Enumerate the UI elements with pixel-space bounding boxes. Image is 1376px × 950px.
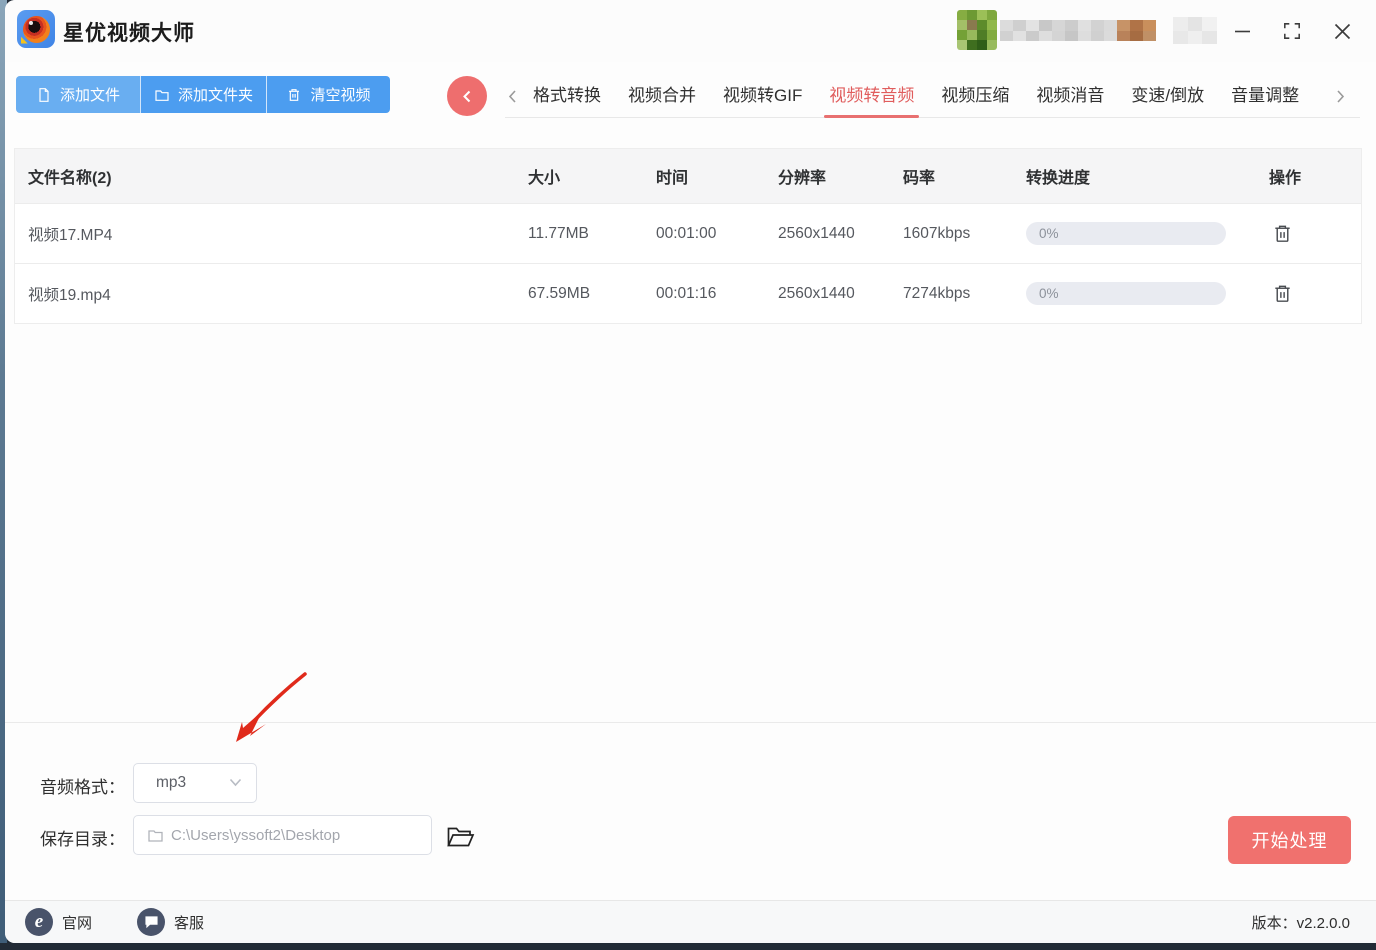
- add-file-button[interactable]: 添加文件: [16, 76, 140, 113]
- audio-format-label: 音频格式：: [40, 778, 125, 797]
- official-website-link[interactable]: e 官网: [25, 908, 92, 936]
- censored-account-text: [1000, 20, 1156, 41]
- tabs-scroll-left-button[interactable]: [503, 84, 521, 108]
- trash-icon: [289, 88, 300, 101]
- app-logo-icon: [17, 10, 55, 48]
- folder-icon: [155, 89, 169, 101]
- chevron-right-icon: [1336, 89, 1344, 103]
- audio-format-value: mp3: [156, 774, 187, 791]
- tab-video-merge[interactable]: 视频合并: [628, 78, 696, 118]
- close-button[interactable]: [1324, 13, 1360, 49]
- file-table: 文件名称(2) 大小 时间 分辨率 码率 转换进度 操作 视频17.MP4 11…: [14, 148, 1362, 324]
- progress-value: 0%: [1039, 226, 1059, 241]
- censored-avatar: [957, 10, 997, 50]
- col-header-actions: 操作: [1269, 170, 1302, 187]
- tab-video-to-gif[interactable]: 视频转GIF: [723, 78, 802, 118]
- col-header-progress: 转换进度: [1026, 170, 1091, 187]
- delete-row-button[interactable]: [1267, 279, 1297, 309]
- folder-icon: [148, 829, 163, 842]
- tab-volume-adjust[interactable]: 音量调整: [1231, 78, 1299, 118]
- add-folder-label: 添加文件夹: [177, 87, 253, 104]
- delete-row-button[interactable]: [1267, 219, 1297, 249]
- progress-value: 0%: [1039, 286, 1059, 301]
- support-label: 客服: [174, 914, 205, 932]
- maximize-button[interactable]: [1274, 13, 1310, 49]
- table-header-row: 文件名称(2) 大小 时间 分辨率 码率 转换进度 操作: [15, 149, 1361, 203]
- tab-video-mute[interactable]: 视频消音: [1036, 78, 1104, 118]
- annotation-arrow: [236, 672, 307, 742]
- browse-folder-button[interactable]: [443, 819, 477, 853]
- settings-panel-divider: [5, 722, 1376, 723]
- clear-videos-button[interactable]: 清空视频: [266, 76, 390, 113]
- app-title: 星优视频大师: [63, 22, 195, 45]
- col-header-resolution: 分辨率: [778, 170, 827, 187]
- progress-bar: 0%: [1026, 222, 1226, 245]
- file-resolution: 2560x1440: [778, 224, 855, 242]
- censored-extra-block: [1173, 17, 1217, 44]
- file-size: 11.77MB: [528, 224, 589, 242]
- file-icon: [39, 87, 49, 102]
- website-e-icon: e: [25, 908, 53, 936]
- chat-bubble-icon: [137, 908, 166, 936]
- feature-tabs: 格式转换 视频合并 视频转GIF 视频转音频 视频压缩 视频消音 变速/倒放 音…: [533, 78, 1299, 118]
- maximize-icon: [1284, 23, 1300, 39]
- file-duration: 00:01:16: [656, 284, 717, 302]
- version-text: 版本：v2.2.0.0: [1251, 914, 1350, 932]
- col-header-filename: 文件名称(2): [28, 170, 112, 187]
- file-duration: 00:01:00: [656, 224, 717, 242]
- collapse-tabs-button[interactable]: [447, 76, 487, 116]
- app-window: 星优视频大师 添加文件 添加文件夹 清空视频 格式转换 视频合并 视频转GIF …: [5, 0, 1376, 943]
- clear-videos-label: 清空视频: [310, 87, 371, 104]
- tab-video-compress[interactable]: 视频压缩: [941, 78, 1009, 118]
- audio-format-select[interactable]: mp3: [133, 763, 257, 803]
- chevron-down-icon: [229, 774, 242, 792]
- progress-bar: 0%: [1026, 282, 1226, 305]
- minimize-button[interactable]: [1224, 13, 1260, 49]
- minimize-icon: [1234, 30, 1250, 32]
- close-icon: [1334, 23, 1350, 39]
- file-size: 67.59MB: [528, 284, 591, 302]
- tab-speed-reverse[interactable]: 变速/倒放: [1131, 78, 1204, 118]
- open-folder-icon: [446, 827, 474, 846]
- trash-icon: [1274, 225, 1290, 242]
- tab-video-to-audio[interactable]: 视频转音频: [824, 78, 920, 118]
- start-processing-button[interactable]: 开始处理: [1228, 816, 1351, 864]
- table-row: 视频19.mp4 67.59MB 00:01:16 2560x1440 7274…: [15, 263, 1361, 323]
- trash-icon: [1274, 285, 1290, 302]
- customer-support-link[interactable]: 客服: [137, 908, 204, 936]
- file-name: 视频17.MP4: [28, 226, 113, 244]
- website-label: 官网: [62, 914, 93, 932]
- file-name: 视频19.mp4: [28, 286, 111, 304]
- save-dir-input[interactable]: C:\Users\yssoft2\Desktop: [133, 815, 432, 855]
- table-row: 视频17.MP4 11.77MB 00:01:00 2560x1440 1607…: [15, 203, 1361, 263]
- tab-format-convert[interactable]: 格式转换: [533, 78, 601, 118]
- col-header-duration: 时间: [656, 170, 689, 187]
- save-dir-value: C:\Users\yssoft2\Desktop: [171, 826, 341, 844]
- add-file-label: 添加文件: [59, 87, 120, 104]
- tabs-scroll-right-button[interactable]: [1331, 84, 1349, 108]
- col-header-bitrate: 码率: [903, 170, 936, 187]
- col-header-size: 大小: [528, 170, 561, 187]
- file-actions-toolbar: 添加文件 添加文件夹 清空视频: [16, 76, 390, 113]
- title-bar: 星优视频大师: [5, 0, 1376, 62]
- file-bitrate: 1607kbps: [903, 224, 971, 242]
- add-folder-button[interactable]: 添加文件夹: [140, 76, 266, 113]
- footer-bar: e 官网 客服 版本：v2.2.0.0: [5, 900, 1376, 943]
- chevron-left-icon: [462, 90, 470, 102]
- file-bitrate: 7274kbps: [903, 284, 971, 302]
- file-resolution: 2560x1440: [778, 284, 855, 302]
- save-dir-label: 保存目录：: [40, 830, 125, 849]
- chevron-left-icon: [508, 89, 516, 103]
